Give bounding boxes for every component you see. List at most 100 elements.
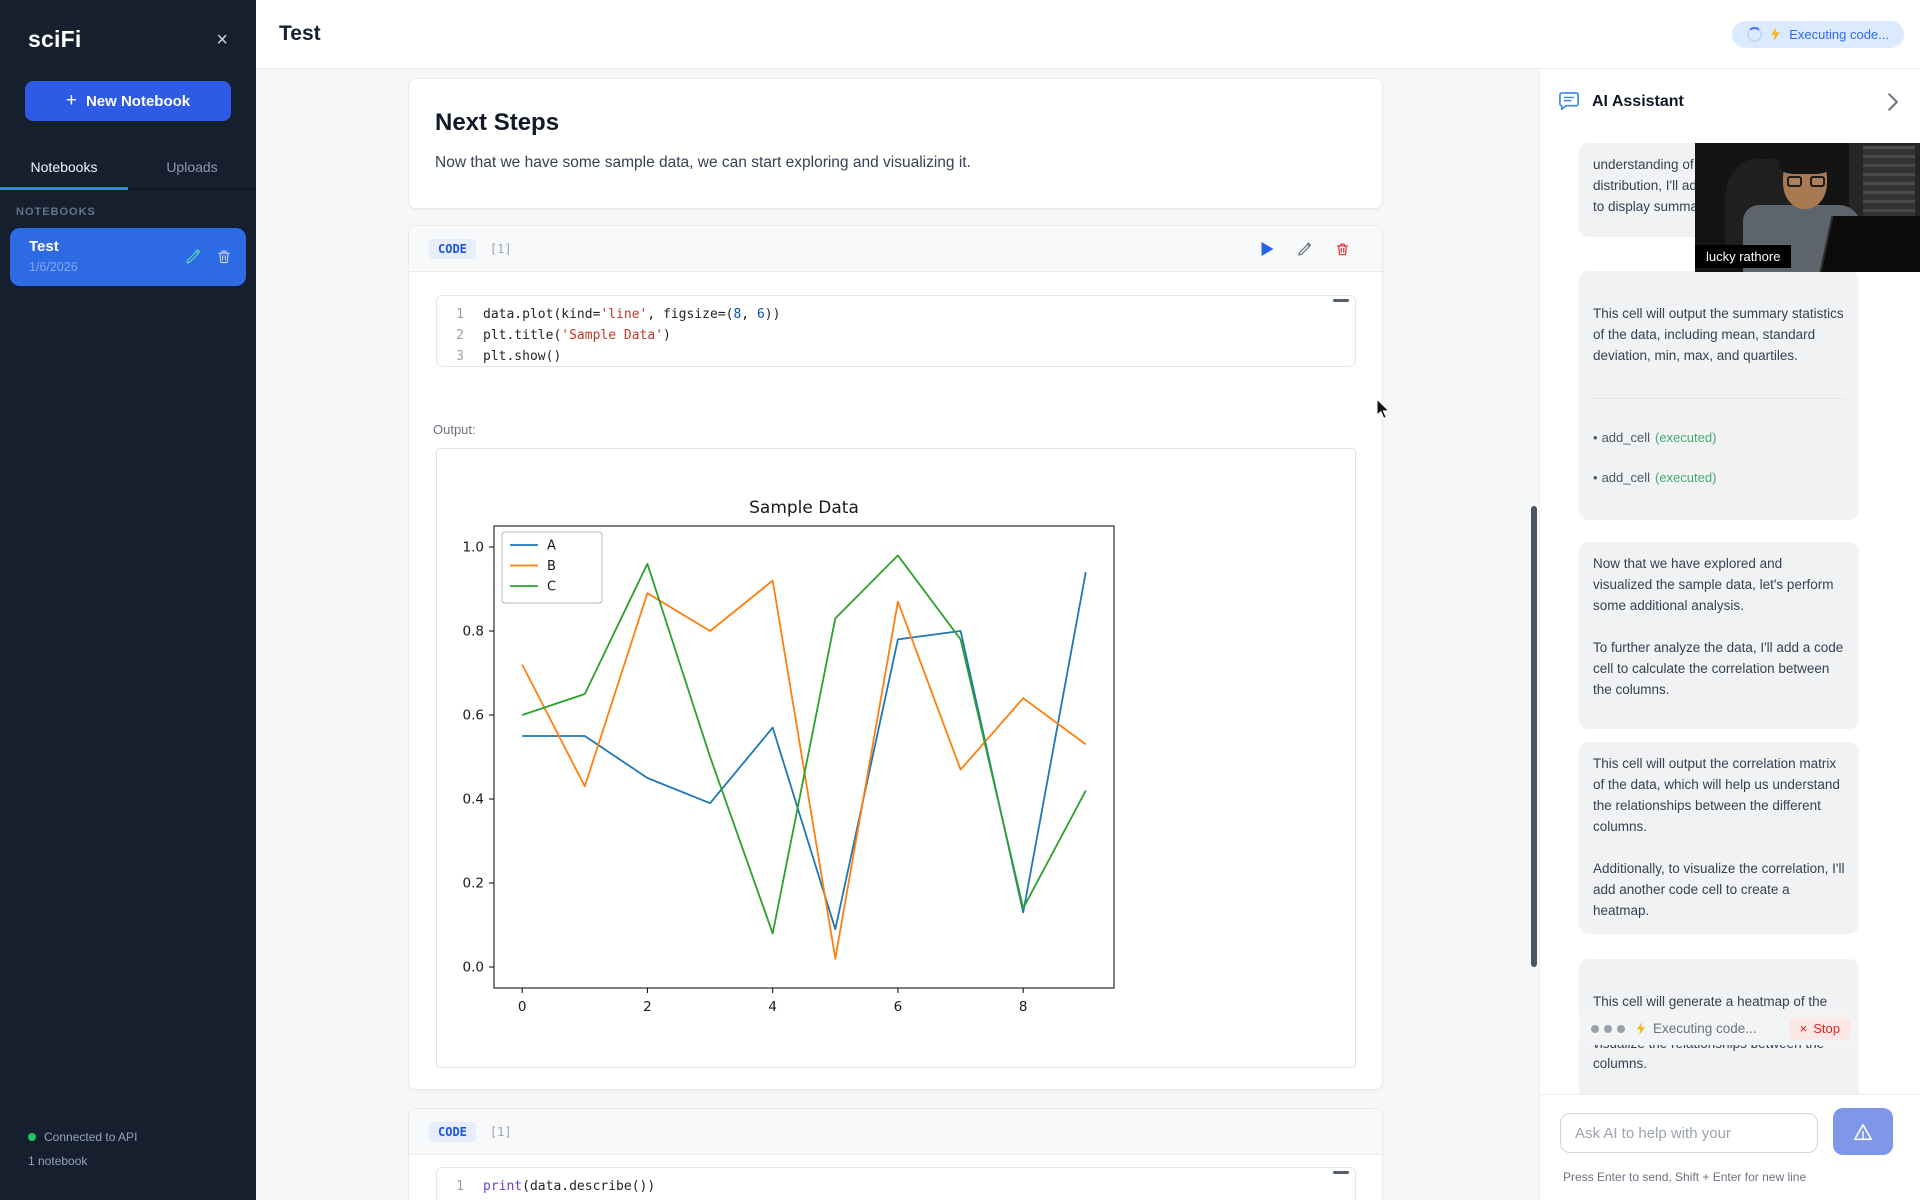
ai-message: This cell will output the summary statis…	[1579, 271, 1859, 520]
sidebar-tabs: Notebooks Uploads	[0, 147, 256, 190]
tab-uploads[interactable]: Uploads	[128, 147, 256, 188]
spinner-icon	[1747, 27, 1762, 42]
notebook-date: 1/6/2026	[29, 260, 78, 274]
lightning-icon	[1636, 1022, 1646, 1035]
video-laptop	[1818, 216, 1920, 272]
sidebar-item-test-notebook[interactable]: Test 1/6/2026	[10, 228, 246, 286]
svg-text:4: 4	[768, 999, 777, 1015]
svg-text:6: 6	[894, 999, 903, 1015]
svg-text:2: 2	[643, 999, 652, 1015]
sidebar: sciFi × + New Notebook Notebooks Uploads…	[0, 0, 256, 1200]
video-person-hair	[1779, 148, 1831, 174]
line-number: 1	[437, 1176, 483, 1197]
executing-status-badge: Executing code...	[1732, 21, 1904, 48]
code-editor[interactable]: 1print(data.describe())	[436, 1167, 1356, 1200]
delete-notebook-trash-icon[interactable]	[216, 248, 232, 265]
run-cell-play-icon[interactable]	[1260, 241, 1275, 257]
mouse-cursor	[1374, 398, 1392, 420]
code-line: plt.show()	[483, 346, 561, 367]
code-line: data.plot(kind='line', figsize=(8, 6))	[483, 304, 780, 325]
svg-text:0.8: 0.8	[463, 624, 484, 640]
line-number: 3	[437, 346, 483, 367]
svg-text:0.6: 0.6	[463, 708, 484, 724]
executing-status-row: Executing code... × Stop	[1579, 1012, 1859, 1045]
new-notebook-label: New Notebook	[86, 93, 190, 110]
cell-type-badge: CODE	[429, 239, 476, 259]
code-cell-header: CODE [1]	[409, 226, 1382, 272]
svg-text:0.2: 0.2	[463, 876, 484, 892]
code-scrollbar-thumb[interactable]	[1333, 299, 1349, 302]
cell-output: Sample Data 0 2 4 6 8 0.0 0.2 0.4 0.6 0.8 1.0 ABC	[436, 448, 1356, 1068]
webcam-video-overlay: lucky rathore	[1695, 143, 1920, 272]
video-person-glasses	[1787, 176, 1825, 187]
markdown-heading: Next Steps	[435, 109, 1356, 137]
notebooks-section-label: NOTEBOOKS	[16, 206, 240, 218]
connection-status-dot	[28, 1133, 36, 1141]
main-scrollbar-thumb[interactable]	[1531, 506, 1537, 967]
send-icon	[1852, 1122, 1874, 1142]
code-cell-2: CODE [1] 1print(data.describe())	[408, 1108, 1383, 1200]
app-logo: sciFi	[28, 26, 81, 53]
stop-button[interactable]: × Stop	[1789, 1017, 1851, 1040]
svg-text:0: 0	[518, 999, 527, 1015]
chat-bubble-icon	[1558, 92, 1580, 112]
video-poster	[1863, 146, 1915, 216]
executing-status-text: Executing code...	[1789, 27, 1889, 42]
execution-count: [1]	[490, 1125, 512, 1139]
line-number: 1	[437, 304, 483, 325]
input-hint: Press Enter to send, Shift + Enter for n…	[1563, 1170, 1806, 1184]
top-bar: Test Executing code...	[256, 0, 1920, 69]
app-window: sciFi × + New Notebook Notebooks Uploads…	[0, 0, 1920, 1200]
chevron-right-icon[interactable]	[1887, 93, 1898, 111]
sidebar-status: Connected to API 1 notebook	[28, 1130, 137, 1178]
cell-type-badge: CODE	[429, 1122, 476, 1142]
output-label: Output:	[433, 422, 476, 437]
svg-text:0.4: 0.4	[463, 792, 484, 808]
notebook-main-area: Next Steps Now that we have some sample …	[256, 69, 1539, 1200]
svg-text:1.0: 1.0	[463, 540, 484, 556]
connection-status-text: Connected to API	[44, 1130, 137, 1144]
executing-label: Executing code...	[1653, 1021, 1757, 1036]
video-name-label: lucky rathore	[1695, 245, 1791, 268]
markdown-paragraph: Now that we have some sample data, we ca…	[435, 154, 1356, 172]
svg-text:Sample Data: Sample Data	[749, 498, 859, 518]
plus-icon: +	[66, 90, 77, 112]
code-editor[interactable]: 1data.plot(kind='line', figsize=(8, 6)) …	[436, 295, 1356, 367]
svg-text:B: B	[547, 559, 556, 574]
lightning-icon	[1770, 27, 1781, 41]
ai-assistant-header: AI Assistant	[1540, 69, 1920, 135]
ai-message: This cell will output the correlation ma…	[1579, 742, 1859, 933]
notebook-count: 1 notebook	[28, 1154, 87, 1168]
ai-input-area: Press Enter to send, Shift + Enter for n…	[1540, 1094, 1920, 1200]
new-notebook-button[interactable]: + New Notebook	[25, 81, 231, 121]
loading-dots-icon	[1591, 1025, 1625, 1033]
delete-cell-trash-icon[interactable]	[1335, 241, 1350, 257]
markdown-cell: Next Steps Now that we have some sample …	[408, 78, 1383, 209]
notebook-name: Test	[29, 238, 78, 255]
sample-data-line-chart: Sample Data 0 2 4 6 8 0.0 0.2 0.4 0.6 0.8 1.0 ABC	[437, 449, 1357, 1069]
code-line: plt.title('Sample Data')	[483, 325, 671, 346]
ask-ai-input[interactable]	[1560, 1113, 1818, 1153]
svg-text:A: A	[547, 539, 556, 554]
edit-cell-pencil-icon[interactable]	[1297, 241, 1313, 257]
ai-message-text: This cell will output the summary statis…	[1593, 304, 1845, 367]
page-title: Test	[279, 22, 321, 46]
svg-text:0.0: 0.0	[463, 960, 484, 976]
ai-assistant-title: AI Assistant	[1592, 93, 1684, 111]
execution-count: [1]	[490, 242, 512, 256]
svg-text:C: C	[547, 580, 556, 595]
message-divider	[1593, 398, 1845, 399]
tab-notebooks[interactable]: Notebooks	[0, 147, 128, 188]
close-sidebar-icon[interactable]: ×	[216, 30, 228, 50]
code-cell-header: CODE [1]	[409, 1109, 1382, 1155]
rename-notebook-pencil-icon[interactable]	[185, 248, 202, 265]
tool-action: •add_cell(executed)	[1593, 468, 1845, 488]
svg-text:8: 8	[1019, 999, 1028, 1015]
tool-action: •add_cell(executed)	[1593, 428, 1845, 448]
stop-label: Stop	[1813, 1021, 1840, 1036]
code-scrollbar-thumb[interactable]	[1333, 1171, 1349, 1174]
ai-assistant-panel: AI Assistant understanding of distributi…	[1539, 69, 1920, 1200]
ai-message: Now that we have explored and visualized…	[1579, 542, 1859, 729]
line-number: 2	[437, 325, 483, 346]
send-button[interactable]	[1833, 1108, 1893, 1155]
